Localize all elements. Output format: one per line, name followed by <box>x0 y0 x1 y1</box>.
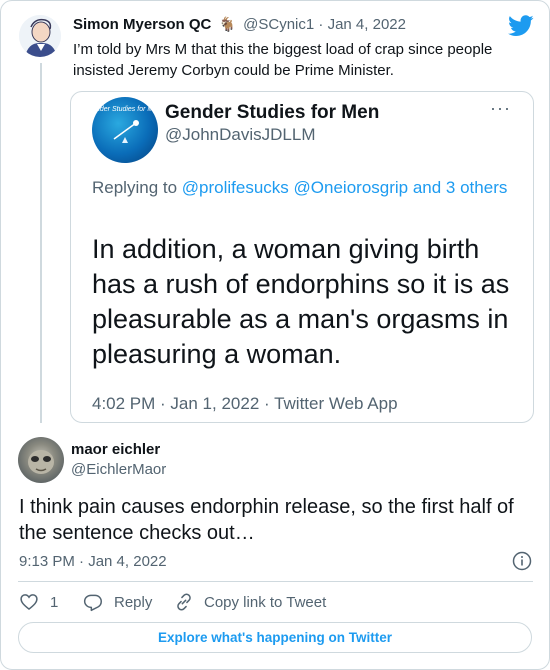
replying-prefix: Replying to <box>92 178 178 197</box>
replying-to-users: @prolifesucks @Oneiorosgrip and 3 others <box>181 178 508 197</box>
twitter-bird-icon[interactable] <box>508 15 534 37</box>
divider <box>18 581 533 582</box>
meta-separator: · <box>318 16 324 33</box>
avatar[interactable] <box>18 437 64 483</box>
reply-button[interactable]: Reply <box>83 592 152 612</box>
quoted-author-name: Gender Studies for Men <box>165 102 380 123</box>
tweet-date[interactable]: Jan 4, 2022 <box>328 16 406 33</box>
copy-link-label: Copy link to Tweet <box>204 593 327 611</box>
like-count: 1 <box>50 593 59 611</box>
goat-emoji-icon: 🐐 <box>218 16 236 32</box>
quoted-author-handle: @JohnDavisJDLLM <box>165 125 316 144</box>
thread-line <box>40 63 42 423</box>
quoted-tweet-image[interactable]: nder Studies for M Gender Studies for Me… <box>70 91 534 423</box>
quoted-avatar: nder Studies for M <box>92 97 158 163</box>
reply-label: Reply <box>114 593 153 611</box>
author-name[interactable]: Simon Myerson QC <box>73 16 211 33</box>
reply-icon <box>83 594 102 612</box>
quoted-tweet-footer: 4:02 PM · Jan 1, 2022 · Twitter Web App <box>92 394 398 413</box>
reply-timestamp[interactable]: 9:13 PM · Jan 4, 2022 <box>19 553 167 570</box>
quoted-tweet-text: In addition, a woman giving birth has a … <box>92 234 510 369</box>
reply-author-handle[interactable]: @EichlerMaor <box>71 461 166 478</box>
copy-link-button[interactable]: Copy link to Tweet <box>174 592 326 612</box>
tweet-embed-card: Simon Myerson QC 🐐 @SCynic1 · Jan 4, 202… <box>0 0 550 670</box>
heart-icon <box>20 594 38 611</box>
more-options-icon: ··· <box>490 98 511 118</box>
explore-twitter-button[interactable]: Explore what's happening on Twitter <box>18 622 532 653</box>
info-icon[interactable] <box>512 551 532 571</box>
replying-to-line: Replying to @prolifesucks @Oneiorosgrip … <box>92 176 512 200</box>
like-button[interactable]: 1 <box>19 592 58 612</box>
parent-tweet-text: I’m told by Mrs M that this the biggest … <box>73 41 493 79</box>
avatar[interactable] <box>19 15 61 57</box>
reply-author-name[interactable]: maor eichler <box>71 441 160 458</box>
link-icon <box>177 593 191 611</box>
parent-tweet-header: Simon Myerson QC 🐐 @SCynic1 · Jan 4, 202… <box>73 16 406 33</box>
author-handle[interactable]: @SCynic1 <box>243 16 314 33</box>
reply-tweet-text: I think pain causes endorphin release, s… <box>19 496 514 544</box>
